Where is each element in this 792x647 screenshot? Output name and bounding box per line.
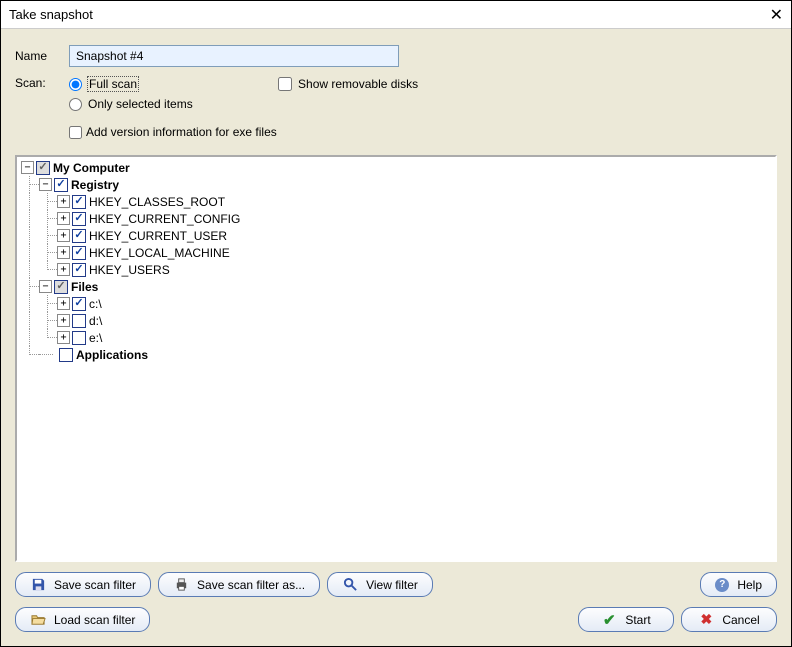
node-drive-c[interactable]: c:\ (88, 297, 103, 311)
help-icon: ? (715, 578, 729, 592)
scan-label: Scan: (15, 73, 69, 90)
view-icon (342, 577, 358, 593)
expander-hk-root[interactable]: + (57, 195, 70, 208)
node-registry[interactable]: Registry (70, 178, 120, 192)
folder-open-icon (30, 612, 46, 628)
chk-drive-c[interactable] (72, 297, 86, 311)
show-removable-label: Show removable disks (298, 77, 418, 91)
add-version-label: Add version information for exe files (86, 125, 277, 139)
save-scan-filter-as-button[interactable]: Save scan filter as... (158, 572, 320, 597)
chk-hk-users[interactable] (72, 263, 86, 277)
node-drive-d[interactable]: d:\ (88, 314, 103, 328)
node-drive-e[interactable]: e:\ (88, 331, 103, 345)
radio-full-scan-label[interactable]: Full scan (88, 77, 138, 91)
scan-row: Scan: Full scan Show removable disks Onl… (15, 73, 777, 143)
view-filter-label: View filter (366, 578, 418, 592)
expander-my-computer[interactable]: − (21, 161, 34, 174)
checkbox-show-removable[interactable] (278, 77, 292, 91)
start-button[interactable]: ✔ Start (578, 607, 674, 632)
node-files[interactable]: Files (70, 280, 99, 294)
printer-icon (173, 577, 189, 593)
floppy-icon (30, 577, 46, 593)
titlebar: Take snapshot ✕ (1, 1, 791, 29)
load-scan-filter-button[interactable]: Load scan filter (15, 607, 150, 632)
chk-hk-root[interactable] (72, 195, 86, 209)
expander-registry[interactable]: − (39, 178, 52, 191)
x-icon: ✖ (698, 612, 714, 628)
radio-selected-items[interactable] (69, 98, 82, 111)
content-area: Name Scan: Full scan Show removable disk… (1, 29, 791, 646)
scan-options: Full scan Show removable disks Only sele… (69, 73, 418, 143)
expander-files[interactable]: − (39, 280, 52, 293)
cancel-button[interactable]: ✖ Cancel (681, 607, 777, 632)
close-icon[interactable]: ✕ (770, 5, 783, 25)
cancel-label: Cancel (722, 613, 759, 627)
tree-container: − My Computer − Registry + HKEY_CLASSES_… (15, 155, 777, 562)
radio-selected-items-label[interactable]: Only selected items (88, 97, 193, 111)
check-icon: ✔ (601, 612, 617, 628)
expander-drive-d[interactable]: + (57, 314, 70, 327)
node-hk-root[interactable]: HKEY_CLASSES_ROOT (88, 195, 226, 209)
help-button[interactable]: ? Help (700, 572, 777, 597)
name-row: Name (15, 45, 777, 67)
chk-hk-user[interactable] (72, 229, 86, 243)
node-hk-config[interactable]: HKEY_CURRENT_CONFIG (88, 212, 241, 226)
load-scan-filter-label: Load scan filter (54, 613, 135, 627)
node-hk-local[interactable]: HKEY_LOCAL_MACHINE (88, 246, 231, 260)
button-row-2: Load scan filter ✔ Start ✖ Cancel (15, 607, 777, 632)
window-title: Take snapshot (9, 7, 93, 22)
save-scan-filter-as-label: Save scan filter as... (197, 578, 305, 592)
expander-drive-e[interactable]: + (57, 331, 70, 344)
name-label: Name (15, 49, 69, 63)
name-input[interactable] (69, 45, 399, 67)
button-row-1: Save scan filter Save scan filter as... … (15, 572, 777, 597)
save-scan-filter-button[interactable]: Save scan filter (15, 572, 151, 597)
expander-hk-config[interactable]: + (57, 212, 70, 225)
expander-hk-users[interactable]: + (57, 263, 70, 276)
chk-applications[interactable] (59, 348, 73, 362)
node-hk-users[interactable]: HKEY_USERS (88, 263, 171, 277)
expander-hk-user[interactable]: + (57, 229, 70, 242)
node-my-computer[interactable]: My Computer (52, 161, 131, 175)
checkbox-add-version[interactable] (69, 126, 82, 139)
radio-full-scan[interactable] (69, 78, 82, 91)
node-hk-user[interactable]: HKEY_CURRENT_USER (88, 229, 228, 243)
expander-drive-c[interactable]: + (57, 297, 70, 310)
chk-my-computer[interactable] (36, 161, 50, 175)
node-applications[interactable]: Applications (75, 348, 149, 362)
help-label: Help (737, 578, 762, 592)
chk-hk-local[interactable] (72, 246, 86, 260)
chk-registry[interactable] (54, 178, 68, 192)
start-label: Start (625, 613, 650, 627)
chk-files[interactable] (54, 280, 68, 294)
chk-drive-e[interactable] (72, 331, 86, 345)
expander-hk-local[interactable]: + (57, 246, 70, 259)
take-snapshot-window: Take snapshot ✕ Name Scan: Full scan Sho… (0, 0, 792, 647)
chk-hk-config[interactable] (72, 212, 86, 226)
chk-drive-d[interactable] (72, 314, 86, 328)
view-filter-button[interactable]: View filter (327, 572, 433, 597)
save-scan-filter-label: Save scan filter (54, 578, 136, 592)
